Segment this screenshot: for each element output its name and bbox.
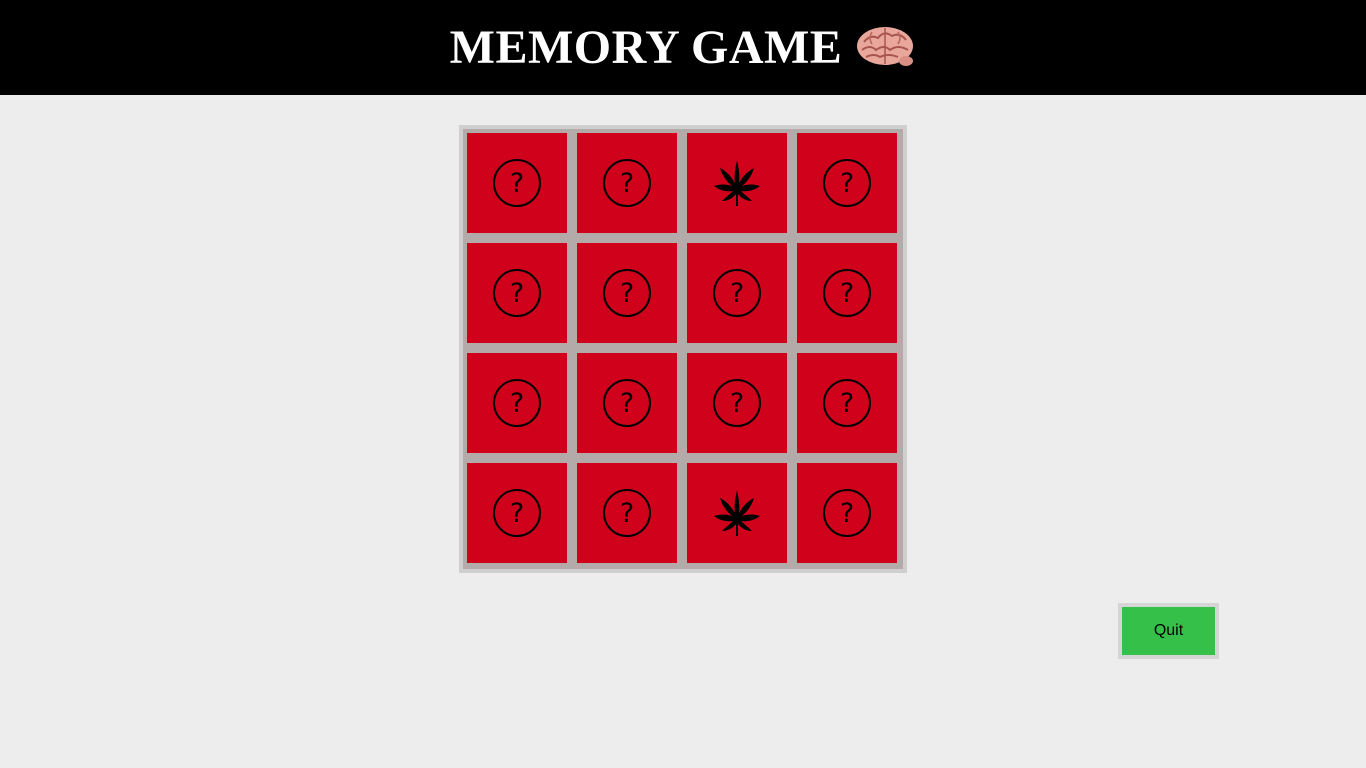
memory-card[interactable]: ? xyxy=(797,243,897,343)
memory-card[interactable]: ? xyxy=(467,133,567,233)
title-group: MEMORY GAME xyxy=(449,20,917,74)
memory-card[interactable] xyxy=(687,463,787,563)
memory-card[interactable]: ? xyxy=(797,463,897,563)
memory-card[interactable]: ? xyxy=(577,243,677,343)
memory-card[interactable]: ? xyxy=(797,353,897,453)
cannabis-leaf-icon xyxy=(714,490,760,536)
memory-card[interactable] xyxy=(687,133,787,233)
cannabis-leaf-icon xyxy=(714,160,760,206)
question-circle-icon: ? xyxy=(603,269,651,317)
game-board: ?????????????? xyxy=(459,125,907,573)
question-circle-icon: ? xyxy=(493,489,541,537)
memory-card[interactable]: ? xyxy=(687,243,787,343)
question-circle-icon: ? xyxy=(713,269,761,317)
memory-card[interactable]: ? xyxy=(577,353,677,453)
quit-button-frame: Quit xyxy=(1118,603,1219,659)
question-circle-icon: ? xyxy=(493,379,541,427)
memory-card[interactable]: ? xyxy=(467,463,567,563)
question-circle-icon: ? xyxy=(823,489,871,537)
quit-button[interactable]: Quit xyxy=(1122,607,1215,655)
question-circle-icon: ? xyxy=(823,269,871,317)
question-circle-icon: ? xyxy=(493,269,541,317)
memory-card[interactable]: ? xyxy=(467,353,567,453)
header-bar: MEMORY GAME xyxy=(0,0,1366,95)
question-circle-icon: ? xyxy=(603,159,651,207)
question-circle-icon: ? xyxy=(493,159,541,207)
memory-card[interactable]: ? xyxy=(577,133,677,233)
memory-card[interactable]: ? xyxy=(467,243,567,343)
memory-card[interactable]: ? xyxy=(797,133,897,233)
question-circle-icon: ? xyxy=(603,379,651,427)
memory-card[interactable]: ? xyxy=(687,353,787,453)
brain-icon xyxy=(857,26,914,66)
memory-card[interactable]: ? xyxy=(577,463,677,563)
question-circle-icon: ? xyxy=(823,379,871,427)
question-circle-icon: ? xyxy=(603,489,651,537)
question-circle-icon: ? xyxy=(713,379,761,427)
question-circle-icon: ? xyxy=(823,159,871,207)
page-title: MEMORY GAME xyxy=(449,20,843,74)
